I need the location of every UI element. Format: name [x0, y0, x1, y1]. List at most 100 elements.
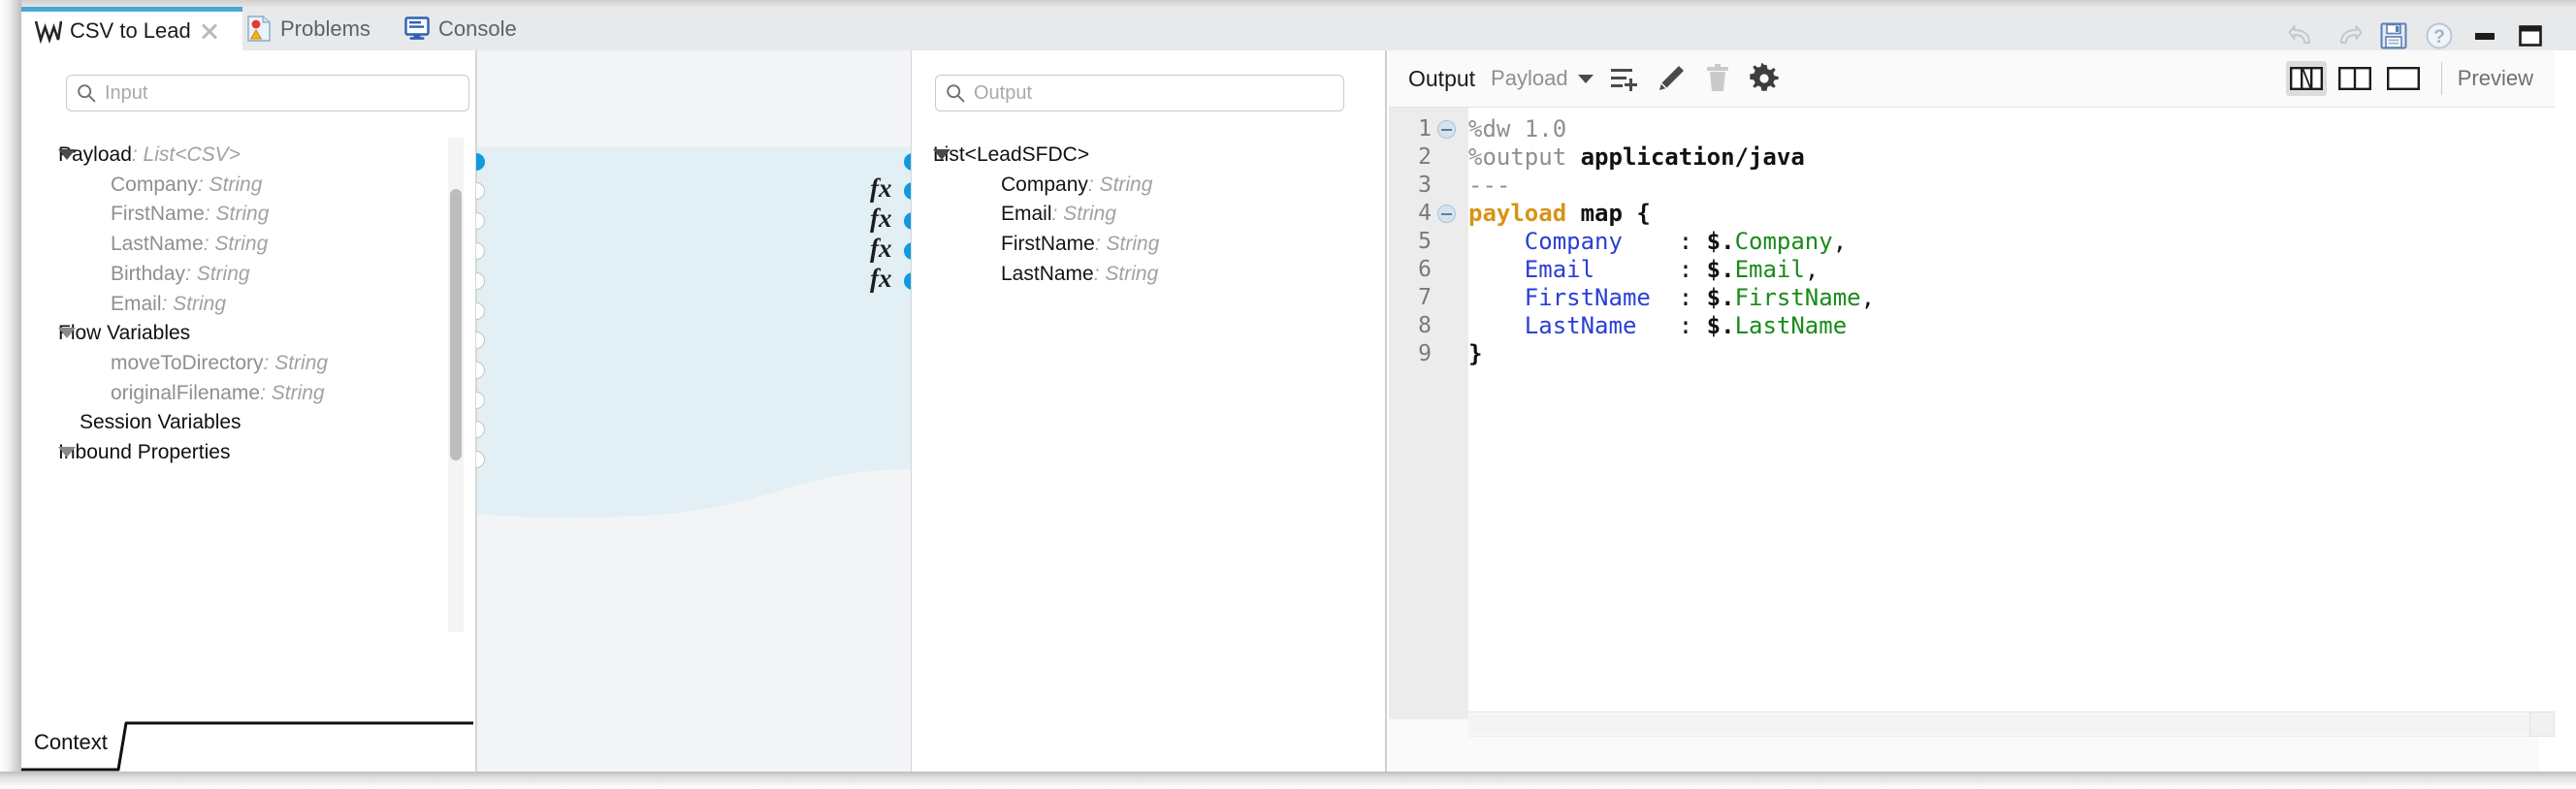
output-search-box[interactable]: [935, 75, 1344, 111]
search-icon: [78, 84, 96, 103]
fx-expression-icon[interactable]: fx: [870, 204, 892, 234]
tab-csv-to-lead[interactable]: CSV to Lead: [21, 7, 242, 50]
save-icon[interactable]: [2379, 21, 2408, 50]
dataweave-transform-window: CSV to Lead Problems Console ? Input Pay…: [0, 0, 2576, 789]
input-tree-scrollbar[interactable]: [448, 138, 464, 632]
scrollbar-thumb[interactable]: [1468, 714, 2555, 734]
editor-horizontal-scrollbar[interactable]: [1468, 711, 2555, 737]
chevron-down-icon: [1577, 74, 1594, 83]
tab-problems[interactable]: Problems: [235, 7, 382, 50]
fx-expression-icon[interactable]: fx: [870, 174, 892, 204]
gear-icon[interactable]: [1749, 63, 1780, 94]
output-target-select[interactable]: Payload: [1491, 66, 1594, 91]
code-line[interactable]: 6 Email : $.Email,: [1389, 256, 2555, 284]
output-panel: List<LeadSFDC>Company : StringEmail : St…: [912, 50, 1387, 772]
maximize-icon[interactable]: [2516, 21, 2545, 50]
code-line[interactable]: 8 LastName : $.LastName: [1389, 312, 2555, 340]
tab-label: Console: [438, 16, 517, 41]
caret-down-icon[interactable]: [58, 447, 76, 458]
line-number: 4: [1418, 201, 1432, 226]
transform-body: Payload : List<CSV>Company : StringFirst…: [21, 50, 2555, 772]
output-code-divider[interactable]: [1385, 50, 1387, 772]
search-icon: [947, 84, 965, 103]
window-bottom-edge: [0, 772, 2576, 789]
layout-two-pane-button[interactable]: [2334, 61, 2375, 96]
code-line[interactable]: 4 payload map {: [1389, 200, 2555, 228]
tab-console[interactable]: Console: [393, 7, 529, 50]
context-tab-label: Context: [34, 730, 108, 754]
minimize-icon[interactable]: [2470, 21, 2499, 50]
line-number: 1: [1418, 116, 1432, 142]
editor-code-content[interactable]: 1 %dw 1.0 2 %output application/java 3 --- 4 pa…: [1389, 115, 2555, 368]
code-text: payload map {: [1468, 200, 1651, 227]
close-icon[interactable]: [199, 20, 220, 42]
code-line[interactable]: 1 %dw 1.0: [1389, 115, 2555, 143]
undo-icon[interactable]: [2288, 21, 2317, 50]
code-fold-icon[interactable]: [1437, 120, 1456, 139]
code-line[interactable]: 5 Company : $.Company,: [1389, 228, 2555, 256]
console-icon: [404, 16, 430, 40]
window-toolbar: ?: [2288, 14, 2555, 57]
redo-icon[interactable]: [2334, 21, 2363, 50]
code-line[interactable]: 7 FirstName : $.FirstName,: [1389, 284, 2555, 312]
dataweave-code-editor[interactable]: 1 %dw 1.0 2 %output application/java 3 --- 4 pa…: [1389, 107, 2555, 772]
code-line[interactable]: 9}: [1389, 340, 2555, 368]
add-list-icon[interactable]: [1609, 63, 1640, 94]
pencil-icon[interactable]: [1656, 63, 1687, 94]
code-fold-icon[interactable]: [1437, 205, 1456, 223]
preview-button[interactable]: Preview: [2458, 66, 2539, 91]
editor-vertical-scrollbar[interactable]: [2539, 164, 2555, 772]
line-number: 2: [1418, 144, 1432, 170]
line-number: 5: [1418, 229, 1432, 254]
code-text: %output application/java: [1468, 143, 1805, 171]
line-number: 3: [1418, 173, 1432, 198]
caret-down-icon[interactable]: [933, 149, 950, 160]
output-field-tree: List<LeadSFDC> Company : String Email : St…: [912, 130, 1387, 742]
code-text: %dw 1.0: [1468, 115, 1567, 142]
code-text: Company : $.Company,: [1468, 228, 1848, 255]
layout-three-pane-icon: [2289, 67, 2323, 90]
input-search-box[interactable]: [66, 75, 469, 111]
line-number: 6: [1418, 257, 1432, 282]
tree-item-inbound-properties[interactable]: Inbound Properties: [21, 427, 475, 478]
tree-item-label: Inbound Properties: [58, 441, 231, 463]
line-number: 7: [1418, 285, 1432, 310]
tab-label: Problems: [280, 16, 370, 41]
code-text: FirstName : $.FirstName,: [1468, 284, 1876, 311]
code-line[interactable]: 3 ---: [1389, 172, 2555, 200]
tree-item-lastname[interactable]: LastName : String: [912, 249, 1387, 300]
code-text: ---: [1468, 172, 1511, 199]
editor-tab-bar: CSV to Lead Problems Console ?: [0, 7, 2576, 50]
line-number: 8: [1418, 313, 1432, 338]
code-panel: Output Payload Preview 1 %dw 1.0 2 %outp…: [1389, 50, 2555, 772]
tree-item-label: LastName: [1001, 262, 1094, 285]
dataweave-logo-icon: [35, 20, 62, 44]
layout-three-pane-button[interactable]: [2285, 61, 2327, 96]
fx-expression-icon[interactable]: fx: [870, 264, 892, 294]
line-number: 9: [1418, 341, 1432, 366]
code-text: LastName : $.LastName: [1468, 312, 1848, 339]
scrollbar-thumb[interactable]: [450, 189, 462, 460]
layout-one-pane-icon: [2386, 67, 2420, 90]
tab-label: CSV to Lead: [70, 18, 191, 43]
code-toolbar: Output Payload Preview: [1389, 50, 2555, 107]
editor-resize-corner[interactable]: [2529, 711, 2555, 737]
window-left-edge: [0, 0, 21, 789]
code-panel-title: Output: [1408, 65, 1476, 91]
code-toolbar-right: Preview: [2285, 50, 2539, 107]
code-line[interactable]: 2 %output application/java: [1389, 143, 2555, 172]
code-text: Email : $.Email,: [1468, 256, 1819, 283]
trash-icon[interactable]: [1702, 63, 1733, 94]
fx-expression-icon[interactable]: fx: [870, 234, 892, 264]
mapping-ribbon: [476, 147, 911, 518]
caret-down-icon[interactable]: [58, 149, 76, 160]
output-search-input[interactable]: [974, 81, 1334, 105]
layout-one-pane-button[interactable]: [2383, 61, 2424, 96]
input-search-input[interactable]: [105, 81, 459, 105]
caret-down-icon[interactable]: [58, 328, 76, 339]
help-icon[interactable]: ?: [2425, 21, 2454, 50]
mapping-canvas[interactable]: fx fx fx fx: [475, 50, 912, 772]
problems-icon: [247, 16, 271, 42]
bottom-tab-strip: Context: [21, 713, 473, 772]
input-panel: Payload : List<CSV>Company : StringFirst…: [21, 50, 475, 772]
